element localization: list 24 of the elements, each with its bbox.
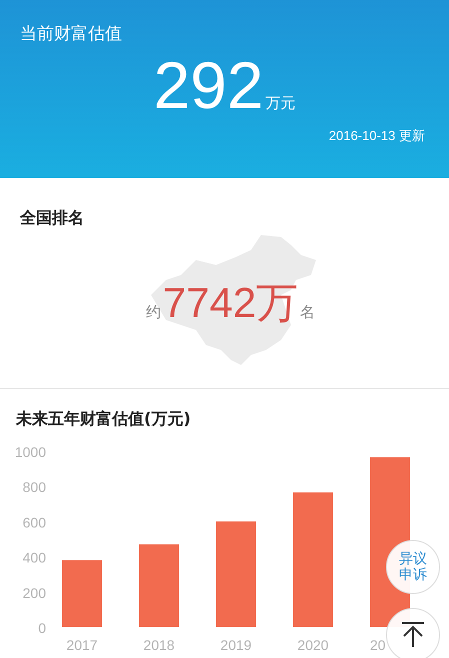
axis-label: 600 bbox=[22, 514, 46, 530]
axis-label: 800 bbox=[22, 479, 46, 496]
chart-title: 未来五年财富估值(万元) bbox=[16, 409, 191, 430]
value-unit: 万元 bbox=[266, 94, 296, 113]
axis-label: 0 bbox=[38, 620, 46, 636]
header-title: 当前财富估值 bbox=[20, 23, 122, 45]
axis-label: 2019 bbox=[220, 637, 252, 653]
axis-label: 400 bbox=[22, 550, 46, 566]
wealth-value: 292 bbox=[153, 47, 264, 123]
axis-label: 200 bbox=[22, 584, 46, 601]
axis-label: 2017 bbox=[66, 637, 98, 653]
bar bbox=[62, 560, 102, 627]
appeal-button[interactable]: 异议申诉 bbox=[386, 540, 440, 594]
axis-label: 1000 bbox=[14, 444, 46, 460]
rank-suffix: 名 bbox=[300, 303, 316, 322]
axis-label: 20 bbox=[370, 637, 386, 653]
section-title: 全国排名 bbox=[20, 208, 84, 229]
back-to-top-button[interactable] bbox=[386, 608, 440, 658]
axis-label: 2018 bbox=[143, 637, 175, 653]
axis-label: 2020 bbox=[297, 637, 329, 653]
up-arrow-icon bbox=[401, 621, 425, 647]
rank-prefix: 约 bbox=[146, 303, 161, 322]
rank-value: 7742万 bbox=[162, 278, 298, 328]
update-date: 2016-10-13 更新 bbox=[328, 127, 425, 145]
